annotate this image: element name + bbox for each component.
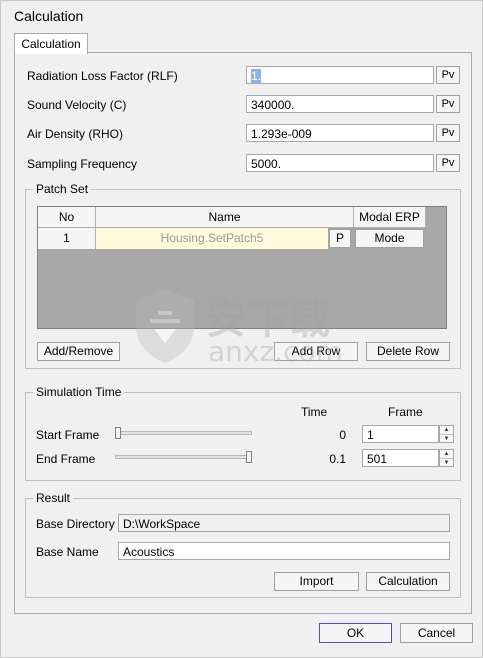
rlf-pv-button[interactable]: Pv (436, 66, 460, 84)
base-directory-label: Base Directory (36, 517, 115, 531)
start-frame-input[interactable]: 1 (362, 425, 439, 443)
base-directory-field[interactable]: D:\WorkSpace (118, 514, 450, 532)
simulation-time-title: Simulation Time (33, 385, 125, 399)
tab-calculation[interactable]: Calculation (14, 33, 88, 54)
add-remove-button[interactable]: Add/Remove (37, 342, 120, 361)
spin-down-icon[interactable]: ▼ (440, 459, 453, 467)
spin-down-icon[interactable]: ▼ (440, 435, 453, 443)
end-frame-input[interactable]: 501 (362, 449, 439, 467)
row-no-cell[interactable]: 1 (38, 228, 96, 249)
start-frame-slider[interactable] (115, 431, 252, 435)
delete-row-button[interactable]: Delete Row (366, 342, 450, 361)
end-frame-slider[interactable] (115, 455, 252, 459)
end-frame-slider-thumb[interactable] (246, 451, 252, 463)
row-p-button[interactable]: P (329, 229, 351, 248)
import-button[interactable]: Import (274, 572, 359, 591)
result-title: Result (33, 491, 74, 505)
start-frame-slider-thumb[interactable] (115, 427, 121, 439)
air-density-input[interactable]: 1.293e-009 (246, 124, 434, 142)
spin-up-icon[interactable]: ▲ (440, 450, 453, 459)
start-frame-label: Start Frame (36, 428, 100, 442)
ok-button[interactable]: OK (319, 623, 392, 643)
calculation-button[interactable]: Calculation (366, 572, 450, 591)
cancel-button[interactable]: Cancel (400, 623, 473, 643)
sampling-frequency-pv-button[interactable]: Pv (436, 154, 460, 172)
add-row-button[interactable]: Add Row (274, 342, 358, 361)
sound-velocity-label: Sound Velocity (C) (27, 98, 127, 112)
rlf-value: 1. (251, 69, 262, 83)
start-frame-spinner[interactable]: ▲ ▼ (439, 425, 454, 443)
window-title: Calculation (14, 8, 84, 24)
base-name-label: Base Name (36, 545, 99, 559)
rlf-input[interactable]: 1. (246, 66, 434, 84)
end-frame-spinner[interactable]: ▲ ▼ (439, 449, 454, 467)
col-header-modal-erp[interactable]: Modal ERP (354, 207, 426, 228)
sampling-frequency-input[interactable]: 5000. (246, 154, 434, 172)
start-time-value: 0 (339, 428, 346, 442)
sound-velocity-input[interactable]: 340000. (246, 95, 434, 113)
time-column-header: Time (301, 405, 328, 419)
sound-velocity-pv-button[interactable]: Pv (436, 95, 460, 113)
spin-up-icon[interactable]: ▲ (440, 426, 453, 435)
frame-column-header: Frame (388, 405, 423, 419)
row-mode-button[interactable]: Mode (355, 229, 424, 248)
rlf-label: Radiation Loss Factor (RLF) (27, 69, 178, 83)
air-density-label: Air Density (RHO) (27, 127, 124, 141)
base-name-input[interactable]: Acoustics (118, 542, 450, 560)
patch-set-title: Patch Set (33, 182, 92, 196)
col-header-name[interactable]: Name (96, 207, 354, 228)
col-header-no[interactable]: No (38, 207, 96, 228)
air-density-pv-button[interactable]: Pv (436, 124, 460, 142)
end-frame-label: End Frame (36, 452, 96, 466)
end-time-value: 0.1 (329, 452, 346, 466)
sampling-frequency-label: Sampling Frequency (27, 157, 138, 171)
row-name-cell[interactable]: Housing.SetPatch5 (96, 228, 328, 249)
